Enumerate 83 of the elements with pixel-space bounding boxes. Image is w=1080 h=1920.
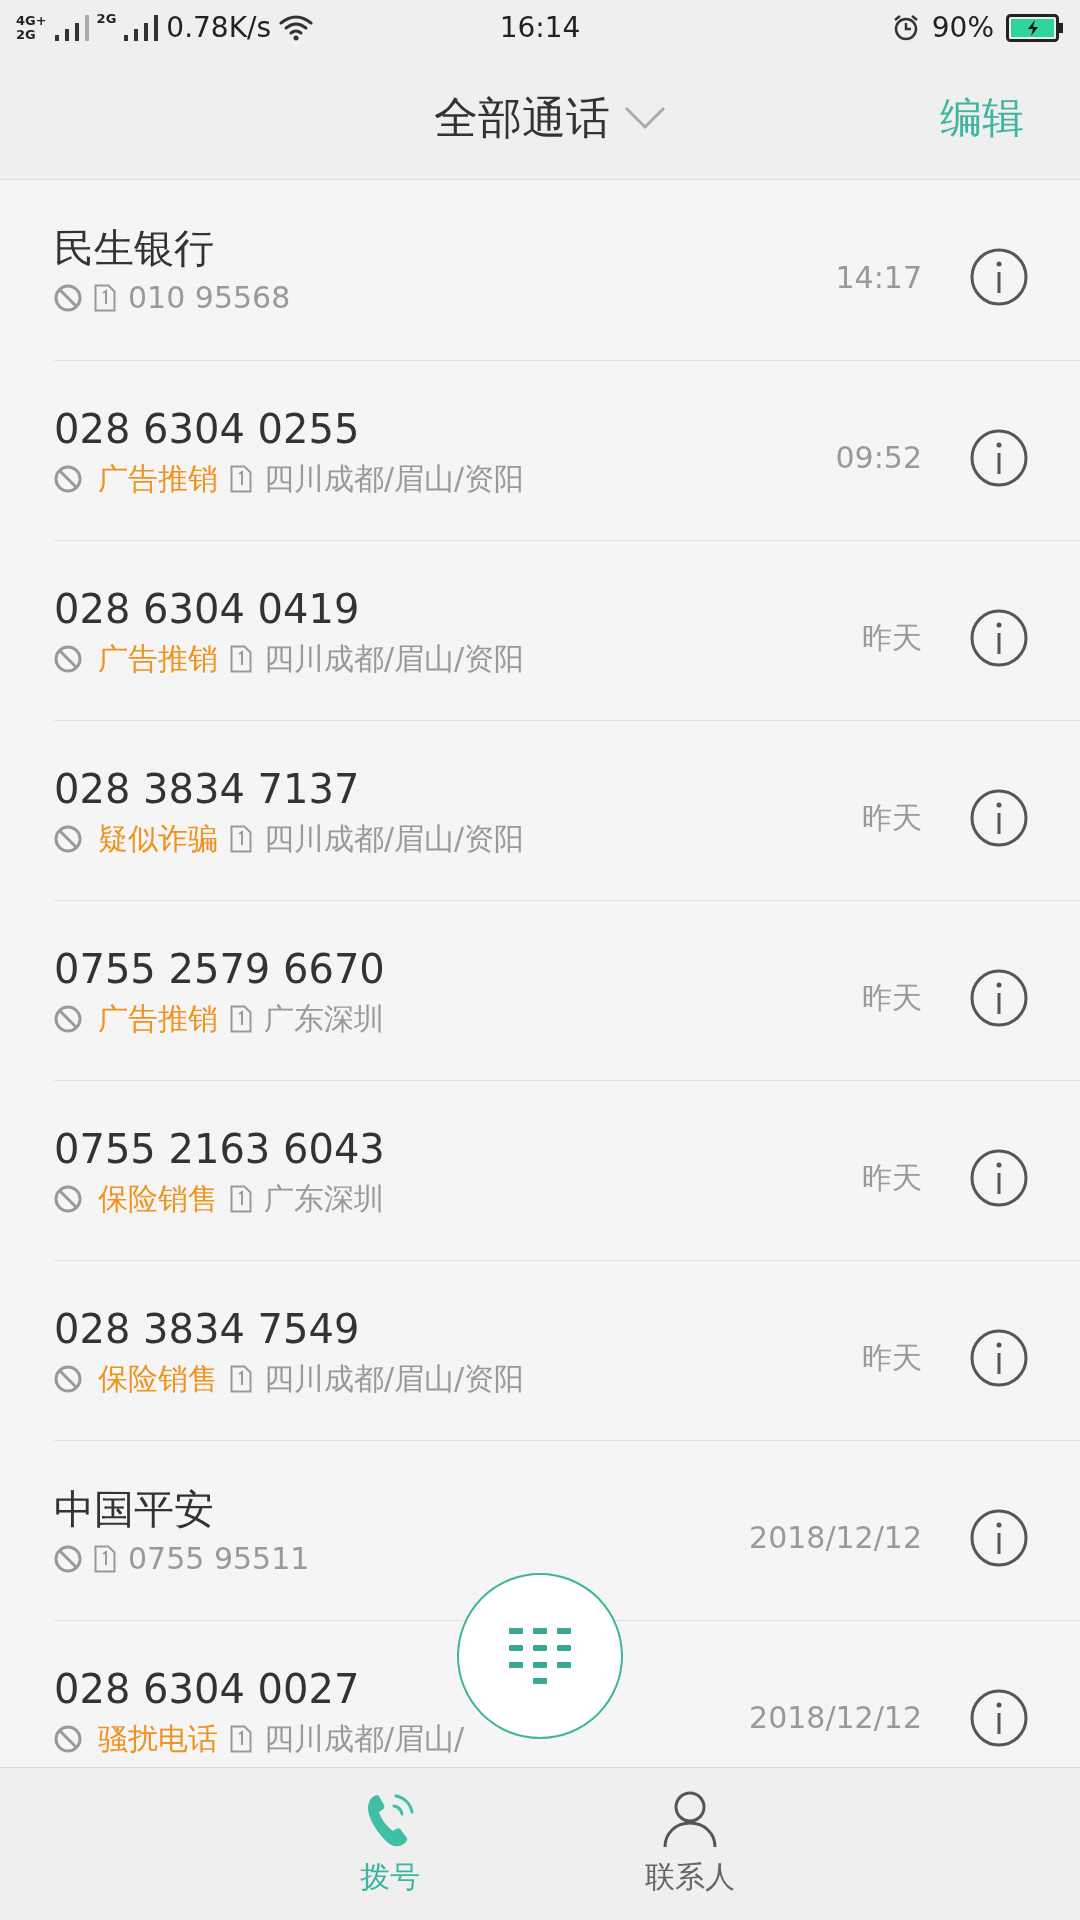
blocked-icon (54, 1004, 82, 1033)
blocked-icon (54, 464, 82, 493)
spam-tag: 保险销售 (98, 1180, 218, 1217)
call-time: 昨天 (862, 1159, 922, 1197)
info-button[interactable] (970, 1148, 1028, 1207)
spam-tag: 广告推销 (98, 1000, 218, 1037)
call-log-row[interactable]: 028 6304 0419 广告推销 四川成都/眉山/资阳 昨天 (54, 540, 1080, 720)
call-log-row[interactable]: 0755 2579 6670 广告推销 广东深圳 昨天 (54, 900, 1080, 1080)
battery-icon (1006, 14, 1064, 42)
network-speed: 0.78K/s (166, 10, 272, 46)
wifi-icon (279, 15, 314, 41)
call-log-row[interactable]: 民生银行 010 95568 14:17 (0, 180, 1080, 360)
call-time: 昨天 (862, 979, 922, 1017)
spam-tag: 保险销售 (98, 1360, 218, 1397)
caller-name: 0755 2163 6043 (54, 1124, 386, 1173)
location-text: 四川成都/眉山/资阳 (264, 640, 525, 677)
location-text: 010 95568 (128, 280, 291, 316)
location-text: 0755 95511 (128, 1540, 310, 1577)
sim-card-icon (230, 1184, 252, 1213)
network-type-label: 4G+ (16, 14, 47, 28)
battery-percentage: 90% (931, 10, 994, 46)
info-button[interactable] (970, 608, 1028, 667)
info-button[interactable] (970, 788, 1028, 847)
blocked-icon (54, 824, 82, 853)
spam-tag: 疑似诈骗 (98, 820, 218, 857)
location-text: 四川成都/眉山/资阳 (264, 820, 525, 857)
location-text: 广东深圳 (264, 1180, 384, 1217)
network-type-label: 2G (16, 28, 37, 42)
blocked-icon (54, 1724, 82, 1753)
sim-card-icon (230, 644, 252, 673)
call-time: 2018/12/12 (749, 1519, 922, 1557)
spam-tag: 广告推销 (98, 640, 218, 677)
person-icon (662, 1789, 718, 1848)
call-log-row[interactable]: 028 3834 7549 保险销售 四川成都/眉山/资阳 昨天 (54, 1260, 1080, 1440)
call-time: 14:17 (835, 258, 922, 297)
clock-time: 16:14 (499, 10, 581, 46)
blocked-icon (54, 644, 82, 673)
spam-tag: 骚扰电话 (98, 1720, 218, 1757)
info-button[interactable] (970, 428, 1028, 487)
call-time: 2018/12/12 (749, 1699, 922, 1737)
call-time: 昨天 (862, 1339, 922, 1377)
caller-name: 028 6304 0027 (54, 1664, 361, 1713)
blocked-icon (54, 284, 82, 312)
sim-card-icon (230, 1004, 252, 1033)
sim-card-icon (94, 1544, 116, 1573)
call-log-row[interactable]: 028 3834 7137 疑似诈骗 四川成都/眉山/资阳 昨天 (54, 720, 1080, 900)
signal-icon (54, 15, 89, 41)
location-text: 四川成都/眉山/资阳 (264, 1360, 525, 1397)
dialpad-icon (509, 1628, 571, 1684)
location-text: 四川成都/眉山/ (264, 1720, 465, 1757)
caller-name: 028 6304 0419 (54, 584, 361, 633)
info-button[interactable] (970, 1328, 1028, 1387)
sim-card-icon (230, 1364, 252, 1393)
sim-card-icon (94, 284, 116, 312)
blocked-icon (54, 1544, 82, 1573)
network-type-label: 2G (96, 10, 117, 28)
blocked-icon (54, 1364, 82, 1393)
blocked-icon (54, 1184, 82, 1213)
location-text: 四川成都/眉山/资阳 (264, 460, 525, 497)
chevron-down-icon (624, 105, 666, 130)
caller-name: 028 3834 7549 (54, 1304, 361, 1353)
sim-card-icon (230, 824, 252, 853)
call-log-row[interactable]: 028 6304 0255 广告推销 四川成都/眉山/资阳 09:52 (54, 360, 1080, 540)
caller-name: 028 6304 0255 (54, 404, 361, 453)
caller-name: 民生银行 (54, 224, 215, 272)
caller-name: 0755 2579 6670 (54, 944, 386, 993)
call-log-row[interactable]: 0755 2163 6043 保险销售 广东深圳 昨天 (54, 1080, 1080, 1260)
info-button[interactable] (970, 968, 1028, 1027)
signal-icon (124, 15, 159, 41)
spam-tag: 广告推销 (98, 460, 218, 497)
nav-tab[interactable]: 联系人 (540, 1768, 840, 1920)
call-time: 09:52 (835, 439, 922, 477)
info-button[interactable] (970, 248, 1028, 306)
info-button[interactable] (970, 1688, 1028, 1747)
call-time: 昨天 (862, 799, 922, 837)
info-button[interactable] (970, 1508, 1028, 1567)
location-text: 广东深圳 (264, 1000, 384, 1037)
sim-card-icon (230, 1724, 252, 1753)
caller-name: 028 3834 7137 (54, 764, 361, 813)
sim-card-icon (230, 464, 252, 493)
call-filter-dropdown[interactable]: 全部通话 (434, 84, 666, 151)
caller-name: 中国平安 (54, 1484, 215, 1533)
call-time: 昨天 (862, 619, 922, 657)
